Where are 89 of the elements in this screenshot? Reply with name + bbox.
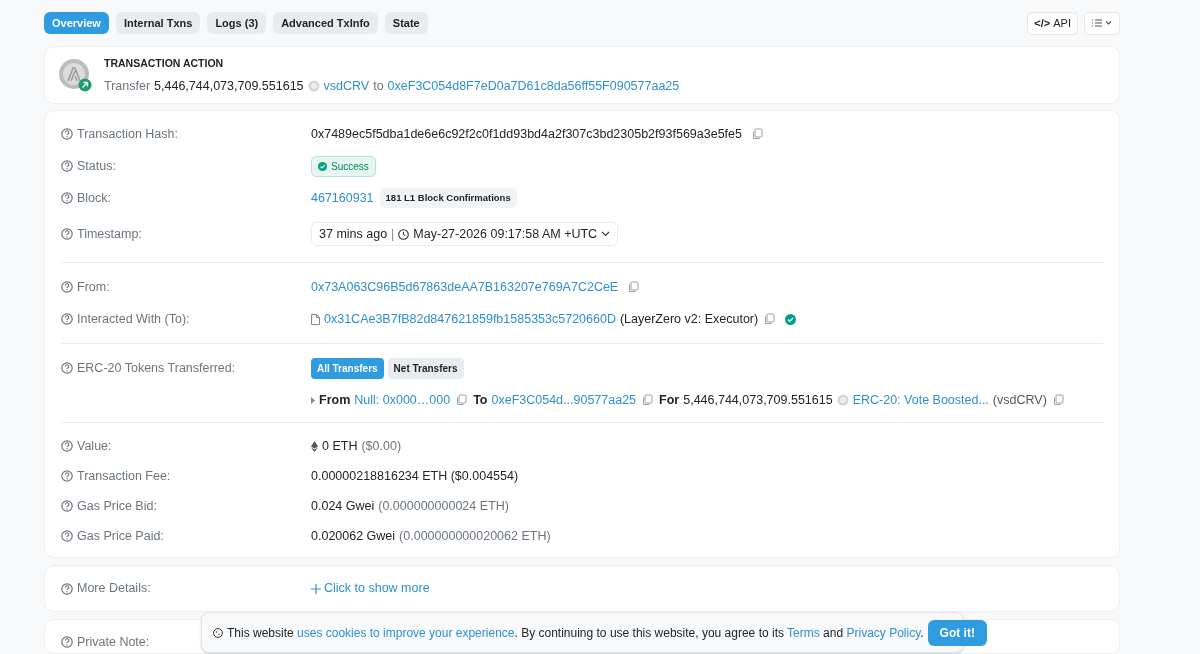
accept-button[interactable]: Got it!	[927, 619, 987, 646]
field-label: Transaction Hash:	[77, 125, 178, 143]
cookie-text: This website	[227, 625, 295, 640]
api-button[interactable]: </> API	[1027, 11, 1078, 35]
tab[interactable]: Internal Txns	[115, 12, 201, 34]
tab[interactable]: Advanced TxInfo	[273, 12, 378, 34]
transfer-label: From	[319, 391, 351, 409]
value-amount: 0.00000218816234 ETH ($0.004554)	[311, 467, 519, 485]
value-amount: 0.024 Gwei	[311, 497, 375, 515]
ethereum-icon	[311, 440, 318, 452]
address-link[interactable]: 0x73A063C96B5d67863deAA7B163207e769A7C2CeE	[311, 277, 619, 297]
field-label: Interacted With (To):	[77, 310, 190, 328]
field-label: Value:	[77, 437, 112, 455]
plus-icon	[311, 583, 321, 594]
help-icon	[61, 636, 73, 648]
transfer-label: To	[473, 391, 488, 409]
copy-icon	[456, 394, 468, 406]
field-label: Gas Price Paid:	[77, 527, 164, 545]
timestamp-dropdown[interactable]: 37 mins ago | May-27-2026 09:17:58 AM +UTC	[311, 222, 619, 246]
list-settings-icon	[1091, 18, 1113, 28]
help-icon	[61, 128, 73, 140]
block-link[interactable]: 467160931	[311, 188, 374, 208]
show-more-link[interactable]: Click to show more	[311, 579, 430, 598]
field-label: Status:	[77, 157, 116, 175]
action-connector: to	[373, 77, 384, 95]
cookie-link[interactable]: Terms	[787, 625, 820, 640]
contract-link[interactable]: 0x31CAe3B7fB82d847621859fb1585353c5720660D	[324, 309, 616, 329]
address-link[interactable]: 0xeF3C054d8F7eD0a7D61c8da56ff55F090577aa25	[387, 76, 680, 96]
field-label: Timestamp:	[77, 225, 142, 243]
check-circle-icon	[318, 161, 327, 171]
help-icon	[61, 281, 73, 293]
transfer-label: For	[659, 391, 680, 409]
action-verb: Transfer	[104, 77, 151, 95]
copy-icon	[764, 313, 776, 325]
help-icon	[61, 160, 73, 172]
tab[interactable]: Logs (3)	[207, 12, 267, 34]
value-secondary: ($0.00)	[361, 437, 402, 455]
confirmations-badge: 181 L1 Block Confirmations	[379, 188, 517, 208]
token-logo-icon	[58, 58, 92, 92]
field-label: Private Note:	[77, 633, 150, 651]
copy-icon	[642, 394, 654, 406]
filter-tab[interactable]: Net Transfers	[387, 357, 464, 379]
value-secondary: (0.000000000024 ETH)	[378, 497, 509, 515]
cookie-text: .	[920, 625, 924, 640]
field-label: Gas Price Bid:	[77, 497, 157, 515]
copy-icon	[628, 281, 640, 293]
field-label: Transaction Fee:	[77, 467, 171, 485]
help-icon	[61, 470, 73, 482]
token-link[interactable]: ERC-20: Vote Boosted...	[852, 390, 989, 410]
field-label: More Details:	[77, 580, 151, 598]
transfer-amount: 5,446,744,073,709.551615	[683, 391, 833, 409]
field-label: From:	[77, 278, 110, 296]
address-link[interactable]: Null: 0x000…000	[354, 390, 451, 410]
help-icon	[61, 500, 73, 512]
token-symbol: (vsdCRV)	[992, 391, 1047, 409]
clock-icon	[398, 228, 410, 240]
cookie-icon	[213, 627, 223, 638]
filter-tab[interactable]: All Transfers	[311, 357, 384, 379]
document-icon	[311, 313, 320, 325]
copy-icon	[1052, 394, 1064, 406]
copy-icon	[751, 128, 763, 140]
help-icon	[61, 530, 73, 542]
cookie-text: . By continuing to use this website, you agree to its	[514, 625, 785, 640]
value-amount: 0 ETH	[322, 437, 358, 455]
help-icon	[61, 362, 73, 374]
token-icon	[836, 394, 849, 406]
address-link[interactable]: 0xeF3C054d...90577aa25	[491, 390, 637, 410]
view-menu-button[interactable]	[1084, 11, 1120, 35]
help-icon	[61, 192, 73, 204]
tab[interactable]: State	[384, 12, 428, 34]
value-secondary: (0.000000000020062 ETH)	[399, 527, 551, 545]
contract-name: (LayerZero v2: Executor)	[619, 310, 759, 328]
action-amount: 5,446,744,073,709.551615	[154, 77, 304, 95]
tab[interactable]: Overview	[44, 12, 109, 34]
token-icon	[307, 79, 320, 92]
help-icon	[61, 440, 73, 452]
status-badge: Success	[311, 155, 376, 177]
help-icon	[61, 582, 73, 595]
help-icon	[61, 313, 73, 325]
hash-value: 0x7489ec5f5dba1de6e6c92f2c0f1dd93bd4a2f307c3bd2305b2f93f569a3e5fe5	[311, 125, 742, 143]
help-icon	[61, 228, 73, 240]
token-link[interactable]: vsdCRV	[323, 76, 370, 96]
caret-right-icon	[311, 396, 315, 404]
cookie-text: and	[822, 625, 845, 640]
action-heading: TRANSACTION ACTION	[104, 55, 225, 71]
value-amount: 0.020062 Gwei	[311, 527, 396, 545]
chevron-down-icon	[601, 231, 611, 237]
field-label: Block:	[77, 189, 112, 207]
field-label: ERC-20 Tokens Transferred:	[77, 359, 236, 377]
